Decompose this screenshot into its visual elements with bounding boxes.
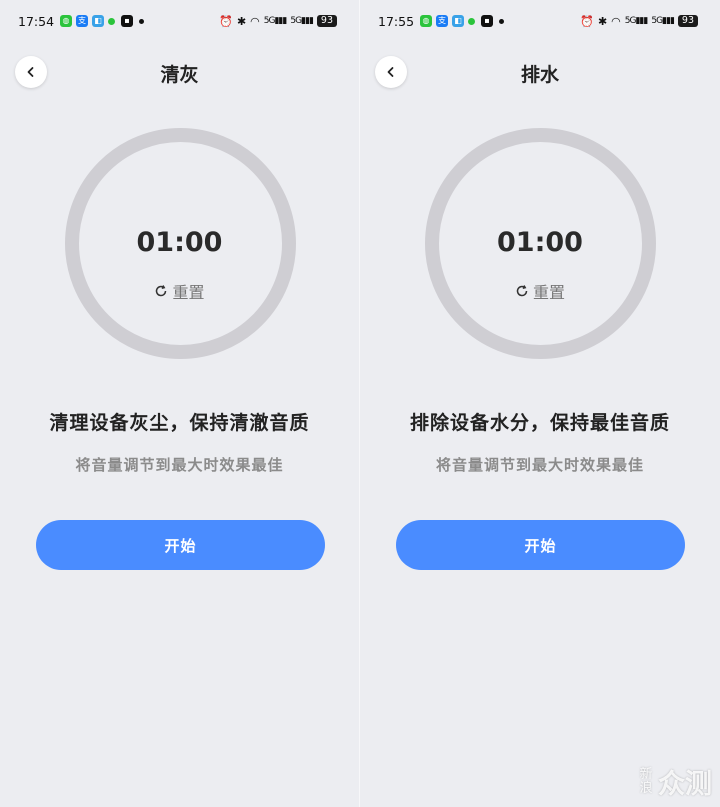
alipay-icon: 支	[436, 15, 449, 27]
reset-button[interactable]: 重置	[360, 279, 720, 303]
wechat-icon: ◍	[60, 15, 73, 27]
bluetooth-icon: ✱	[597, 14, 608, 28]
status-bar: 17:55 ◍ 支 ◧ ▪ ⏰ ✱ ◠ 5G▮▮▮ 5G▮▮▮ 93	[378, 10, 698, 32]
green-dot-icon	[468, 17, 476, 25]
screen-clean-dust: 17:54 ◍ 支 ◧ ▪ ⏰ ✱ ◠ 5G▮▮▮ 5G▮▮▮ 93 清灰 01…	[0, 0, 359, 807]
watermark: 新 浪 众测	[638, 762, 712, 801]
wifi-icon: ◠	[250, 14, 260, 28]
status-right: ⏰ ✱ ◠ 5G▮▮▮ 5G▮▮▮ 93	[580, 15, 698, 28]
page: 17:54 ◍ 支 ◧ ▪ ⏰ ✱ ◠ 5G▮▮▮ 5G▮▮▮ 93 清灰 01…	[0, 0, 720, 807]
app-icon: ◧	[452, 15, 465, 27]
signal-icon: 5G▮▮▮	[651, 16, 675, 26]
volume-hint: 将音量调节到最大时效果最佳	[75, 456, 284, 474]
watermark-small: 新 浪	[639, 766, 653, 796]
alarm-icon: ⏰	[580, 14, 594, 28]
headline: 排除设备水分，保持最佳音质	[409, 412, 670, 434]
screen-drain-water: 17:55 ◍ 支 ◧ ▪ ⏰ ✱ ◠ 5G▮▮▮ 5G▮▮▮ 93 排水 01…	[360, 0, 720, 807]
wechat-icon: ◍	[420, 15, 433, 27]
refresh-icon	[156, 285, 167, 297]
watermark-brand: 众测	[658, 769, 712, 800]
volume-hint: 将音量调节到最大时效果最佳	[435, 456, 644, 474]
status-bar: 17:54 ◍ 支 ◧ ▪ ⏰ ✱ ◠ 5G▮▮▮ 5G▮▮▮ 93	[18, 10, 337, 32]
green-dot-icon	[108, 17, 116, 25]
app-icon: ◧	[92, 15, 105, 27]
battery-icon: 93	[677, 15, 698, 27]
timer-value: 01:00	[497, 227, 583, 258]
dot-icon	[139, 18, 145, 24]
alarm-icon: ⏰	[219, 14, 233, 28]
bluetooth-icon: ✱	[236, 14, 247, 28]
signal-icon: 5G▮▮▮	[290, 16, 314, 26]
page-title: 排水	[520, 64, 559, 86]
start-button[interactable]: 开始	[396, 520, 685, 570]
reset-label: 重置	[532, 283, 565, 302]
battery-icon: 93	[316, 15, 337, 27]
signal-icon: 5G▮▮▮	[624, 16, 649, 26]
start-button[interactable]: 开始	[36, 520, 325, 570]
wifi-icon: ◠	[611, 14, 621, 28]
timer-value: 01:00	[136, 227, 223, 258]
refresh-icon	[516, 285, 528, 297]
headline: 清理设备灰尘，保持清澈音质	[49, 412, 310, 434]
status-time: 17:54	[18, 13, 55, 29]
reset-button[interactable]: 重置	[0, 279, 359, 303]
app-icon: ▪	[481, 15, 494, 27]
status-right: ⏰ ✱ ◠ 5G▮▮▮ 5G▮▮▮ 93	[219, 15, 337, 28]
dot-icon	[499, 18, 505, 24]
page-title: 清灰	[160, 64, 199, 86]
signal-icon: 5G▮▮▮	[263, 16, 288, 26]
alipay-icon: 支	[76, 15, 89, 27]
app-icon: ▪	[121, 15, 134, 27]
reset-label: 重置	[172, 283, 205, 302]
status-time: 17:55	[378, 13, 415, 29]
